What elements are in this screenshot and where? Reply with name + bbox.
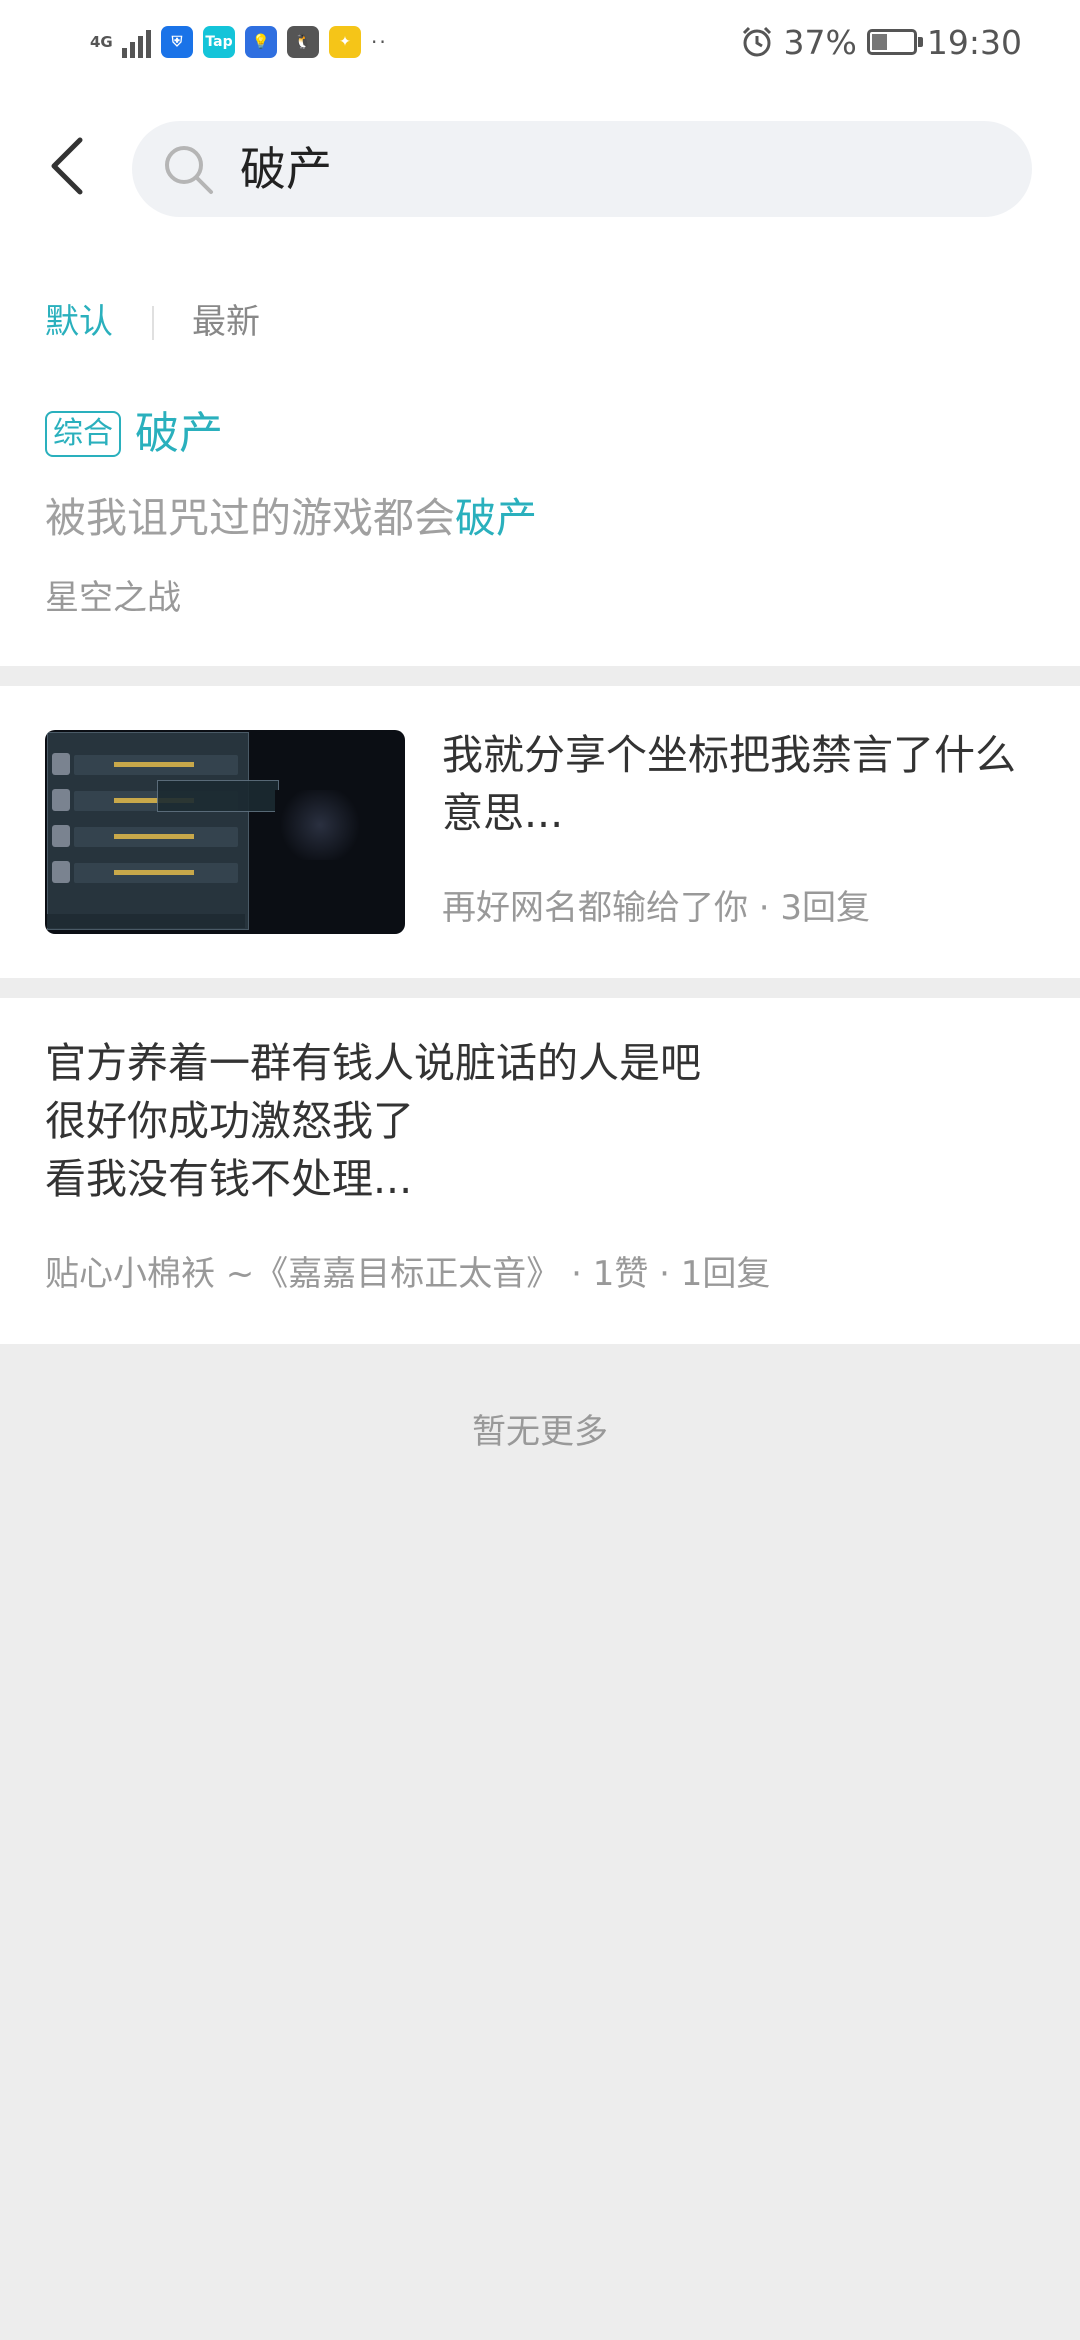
topic-subtitle-highlight: 破产: [455, 494, 537, 542]
clock: 19:30: [926, 22, 1022, 62]
notification-app-icons: ⛨ Tap 💡 🐧 ✦: [161, 26, 361, 58]
post-line: 很好你成功激怒我了: [45, 1097, 414, 1145]
search-results-page: 4G ⛨ Tap 💡 🐧 ✦ ·· 37% 19:30 破产 默认 最新 综合 …: [0, 0, 1080, 2340]
tab-divider: [152, 306, 154, 340]
back-button[interactable]: [40, 134, 100, 198]
taptap-app-icon: Tap: [203, 26, 235, 58]
post-title: 我就分享个坐标把我禁言了什么意思...: [442, 731, 1016, 837]
post-meta: 贴心小棉袄 ~《嘉嘉目标正太音》 · 1赞 · 1回复: [45, 1254, 771, 1294]
status-right: 37% 19:30: [740, 18, 1022, 66]
topic-subtitle: 被我诅咒过的游戏都会破产: [45, 490, 537, 546]
search-icon: [165, 146, 213, 194]
status-left: 4G ⛨ Tap 💡 🐧 ✦ ··: [90, 20, 388, 64]
thumbnail-input-bar: [47, 914, 245, 928]
signal-icon: [122, 26, 151, 58]
topic-source: 星空之战: [45, 578, 181, 618]
battery-icon: [866, 29, 923, 55]
game-app-icon: ✦: [329, 26, 361, 58]
tab-latest[interactable]: 最新: [192, 302, 260, 342]
thumbnail-chat-panel: [47, 732, 249, 930]
no-more-results: 暂无更多: [472, 1412, 608, 1452]
post-result-card[interactable]: 官方养着一群有钱人说脏话的人是吧 很好你成功激怒我了 看我没有钱不处理... 贴…: [0, 998, 1080, 1344]
thumbnail-space-bg: [275, 790, 365, 860]
tab-default[interactable]: 默认: [45, 302, 113, 342]
search-header: 破产: [0, 86, 1080, 256]
network-type: 4G: [90, 33, 113, 51]
thumbnail-dialog: [157, 780, 279, 812]
status-bar: 4G ⛨ Tap 💡 🐧 ✦ ·· 37% 19:30: [0, 0, 1080, 86]
section-divider: [0, 978, 1080, 998]
post-result-card[interactable]: 我就分享个坐标把我禁言了什么意思... 再好网名都输给了你 · 3回复: [0, 686, 1080, 978]
post-meta: 再好网名都输给了你 · 3回复: [442, 888, 871, 928]
battery-percent: 37%: [783, 22, 857, 62]
post-line: 官方养着一群有钱人说脏话的人是吧: [45, 1039, 701, 1087]
post-line: 看我没有钱不处理...: [45, 1155, 413, 1203]
post-thumbnail[interactable]: [45, 730, 405, 934]
sort-filters: 默认 最新: [0, 256, 1080, 380]
qq-app-icon: 🐧: [287, 26, 319, 58]
search-query-text[interactable]: 破产: [240, 141, 332, 197]
topic-result-card[interactable]: 综合 破产 被我诅咒过的游戏都会破产 星空之战: [0, 380, 1080, 666]
section-divider: [0, 666, 1080, 686]
alarm-icon: [742, 26, 771, 57]
bulb-app-icon: 💡: [245, 26, 277, 58]
battery-level: [871, 34, 887, 50]
topic-title: 破产: [135, 408, 223, 459]
shield-app-icon: ⛨: [161, 26, 193, 58]
search-input[interactable]: 破产: [132, 121, 1032, 217]
more-notifications-icon: ··: [371, 30, 388, 54]
post-body: 官方养着一群有钱人说脏话的人是吧 很好你成功激怒我了 看我没有钱不处理...: [45, 1034, 701, 1208]
topic-header: 综合 破产: [45, 406, 223, 462]
back-arrow-icon: [51, 137, 83, 195]
topic-badge: 综合: [45, 411, 121, 457]
topic-subtitle-text: 被我诅咒过的游戏都会: [45, 494, 455, 542]
